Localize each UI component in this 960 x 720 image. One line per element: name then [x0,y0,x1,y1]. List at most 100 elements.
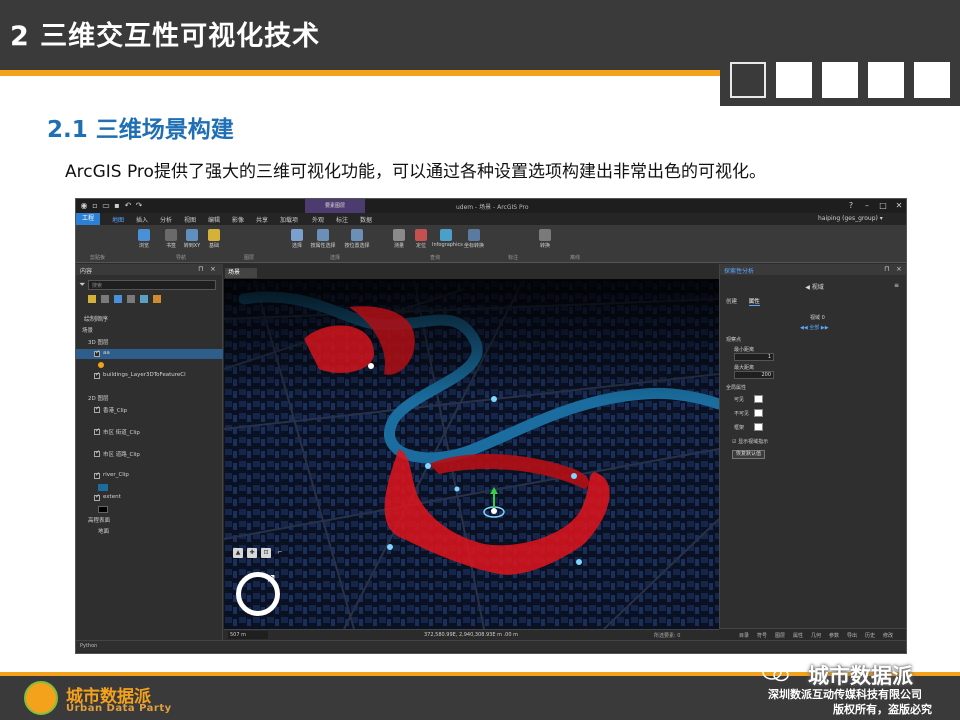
basemap-button[interactable]: 基础 [204,229,224,249]
tab-appearance[interactable]: 外观 [308,215,328,224]
tab-insert[interactable]: 插入 [132,215,152,224]
layer-checkbox[interactable] [94,405,100,413]
pane-tab-symbology[interactable]: 符号 [757,632,767,639]
close-icon[interactable]: ✕ [894,201,904,211]
pane-tab-attributes[interactable]: 属性 [793,632,803,639]
nav-collapse-icon[interactable]: ⌐ [275,548,285,558]
tree-item-scene[interactable]: 场景 [76,325,223,335]
tab-addins[interactable]: 加载项 [276,215,302,224]
coordinate-conversion-button[interactable]: 坐标转换 [462,229,486,249]
tab-analysis[interactable]: 分析 [156,215,176,224]
tree-item-2d-layers[interactable]: 2D 图层 [76,393,223,403]
layer-checkbox[interactable] [94,471,100,479]
navigator-rotate-icon[interactable]: ↗ [266,571,276,585]
pane-tab-modify[interactable]: 修改 [883,632,893,639]
close-pane-icon[interactable]: × [210,265,216,273]
waypoint[interactable] [576,559,582,565]
invisible-color-picker[interactable] [754,409,763,417]
snapping-icon[interactable] [139,295,148,303]
waypoint[interactable] [387,544,393,550]
bookmarks-button[interactable]: 书签 [162,229,180,249]
help-icon[interactable]: ? [846,201,856,211]
tree-item-hongkong-clip[interactable]: 香港_Clip [76,405,223,415]
tab-share[interactable]: 共享 [252,215,272,224]
convert-button[interactable]: 转换 [536,229,554,249]
layer-checkbox[interactable] [94,493,100,501]
max-distance-input[interactable]: 200 [734,371,774,379]
redo-icon[interactable]: ↷ [134,201,144,211]
tab-imagery[interactable]: 影像 [228,215,248,224]
slide-nav-4[interactable] [868,62,904,98]
waypoint[interactable] [454,486,460,492]
show-indicator-checkbox[interactable]: ☑ 显示视域指示 [732,438,768,445]
save-icon[interactable]: ▪ [112,201,122,211]
tree-item-3d-layers[interactable]: 3D 图层 [76,337,223,347]
pane-tab-layer[interactable]: 图层 [775,632,785,639]
tab-create[interactable]: 创建 [726,299,737,305]
pane-tab-history[interactable]: 历史 [865,632,875,639]
tab-map[interactable]: 地图 [108,215,128,224]
tree-item-elevation[interactable]: 高程表面 [76,515,223,525]
waypoint[interactable] [425,463,431,469]
layer-checkbox[interactable] [94,349,100,357]
close-pane-icon[interactable]: × [896,265,902,273]
infographics-button[interactable]: Infographics [432,229,463,249]
tab-data[interactable]: 数据 [356,215,376,224]
observer-point-lower[interactable] [491,508,497,514]
nav-zoom-icon[interactable]: ⊡ [261,548,271,558]
pane-tab-geometry[interactable]: 几何 [811,632,821,639]
slide-nav-5[interactable] [914,62,950,98]
open-icon[interactable]: ▭ [101,201,111,211]
filter-icon[interactable]: ⏷ [79,280,85,290]
tree-item-ground[interactable]: 地面 [76,526,223,536]
user-account[interactable]: haiping (ges_group) ▾ [818,215,883,222]
tree-item-aa[interactable]: aa [76,349,223,359]
reset-defaults-button[interactable]: 恢复默认值 [732,450,766,459]
data-source-icon[interactable] [100,295,109,303]
tree-item-extent[interactable]: extent [76,493,223,503]
pin-icon[interactable]: ⊓ [198,265,203,273]
measure-button[interactable]: 测量 [390,229,408,249]
nav-overview-icon[interactable]: ▲ [233,548,243,558]
slide-nav-current[interactable] [730,62,766,98]
new-icon[interactable]: ▫ [90,201,100,211]
editing-icon[interactable] [126,295,135,303]
pane-tab-export[interactable]: 导出 [847,632,857,639]
locate-button[interactable]: 定位 [412,229,430,249]
frame-color-picker[interactable] [754,423,763,431]
pin-icon[interactable]: ⊓ [884,265,889,273]
tab-edit[interactable]: 编辑 [204,215,224,224]
selection-icon[interactable] [113,295,122,303]
slide-nav-3[interactable] [822,62,858,98]
view-tab-scene[interactable]: 场景 [225,268,257,278]
tab-labeling[interactable]: 标注 [332,215,352,224]
nav-pan-icon[interactable]: ✚ [247,548,257,558]
layer-checkbox[interactable] [94,371,100,379]
tab-project[interactable]: 工程 [76,213,100,225]
pane-tab-catalog[interactable]: 目录 [739,632,749,639]
tree-item-street-clip[interactable]: 市区 街道_Clip [76,427,223,437]
tree-item-buildings[interactable]: buildings_Layer3DToFeatureCl [76,371,223,381]
goto-xy-button[interactable]: 转到XY [182,229,202,249]
all-toggle[interactable]: ◀◀ 全部 ▶▶ [800,324,829,331]
tree-item-road-clip[interactable]: 市区 道路_Clip [76,449,223,459]
scale-input[interactable]: 507 m [228,631,268,639]
maximize-icon[interactable]: □ [878,201,888,211]
waypoint[interactable] [571,473,577,479]
visible-color-picker[interactable] [754,395,763,403]
tab-properties[interactable]: 属性 [748,299,760,306]
slide-nav-2[interactable] [776,62,812,98]
min-distance-input[interactable]: 1 [734,353,774,361]
select-by-attributes-button[interactable]: 按属性选择 [308,229,338,249]
explore-button[interactable]: 浏览 [134,229,154,249]
drawing-order-icon[interactable] [88,295,96,303]
observer-point-upper[interactable] [368,363,374,369]
minimize-icon[interactable]: – [862,201,872,211]
tab-view[interactable]: 视图 [180,215,200,224]
waypoint[interactable] [491,396,497,402]
scene-view[interactable]: ▲ ✚ ⊡ ⌐ ↗ [224,279,719,629]
select-button[interactable]: 选择 [288,229,306,249]
python-window-tab[interactable]: Python [76,640,906,651]
layer-checkbox[interactable] [94,427,100,435]
select-by-location-button[interactable]: 按位置选择 [342,229,372,249]
